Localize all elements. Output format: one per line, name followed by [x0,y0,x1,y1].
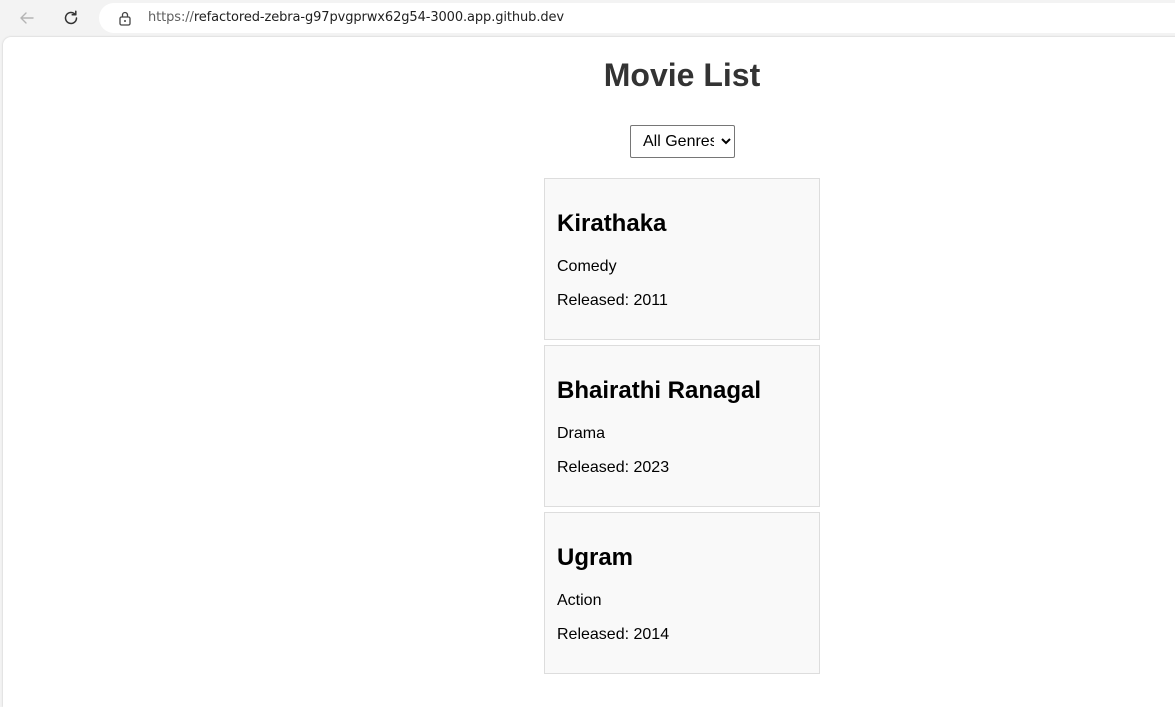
movie-card: Kirathaka Comedy Released: 2011 [544,178,820,340]
url-host: refactored-zebra-g97pvgprwx62g54-3000.ap… [193,10,565,25]
reload-icon [64,10,78,25]
movie-genre: Action [557,592,602,609]
address-bar[interactable]: https://refactored-zebra-g97pvgprwx62g54… [99,3,1175,33]
back-button[interactable] [13,4,41,32]
movie-genre: Comedy [557,258,617,275]
movie-title: Ugram [557,544,634,571]
url-scheme: https:// [148,10,194,25]
movie-card: Ugram Action Released: 2014 [544,512,820,674]
movie-release-year: Released: 2023 [557,459,670,476]
page-title: Movie List [603,57,761,93]
page-viewport: Movie List All Genres Kirathaka Comedy R… [3,37,1175,707]
browser-toolbar: https://refactored-zebra-g97pvgprwx62g54… [0,0,1175,37]
movie-title: Kirathaka [557,210,667,237]
movie-release-year: Released: 2014 [557,626,670,643]
arrow-left-icon [20,12,34,24]
movie-title: Bhairathi Ranagal [557,377,762,404]
genre-filter-select[interactable]: All Genres [630,125,735,158]
movie-release-year: Released: 2011 [557,292,668,309]
movie-card: Bhairathi Ranagal Drama Released: 2023 [544,345,820,507]
movie-list: Kirathaka Comedy Released: 2011 Bhairath… [544,178,820,679]
movie-genre: Drama [557,425,606,442]
url-text[interactable]: https://refactored-zebra-g97pvgprwx62g54… [148,10,564,25]
lock-icon[interactable] [117,10,133,26]
reload-button[interactable] [57,4,85,32]
